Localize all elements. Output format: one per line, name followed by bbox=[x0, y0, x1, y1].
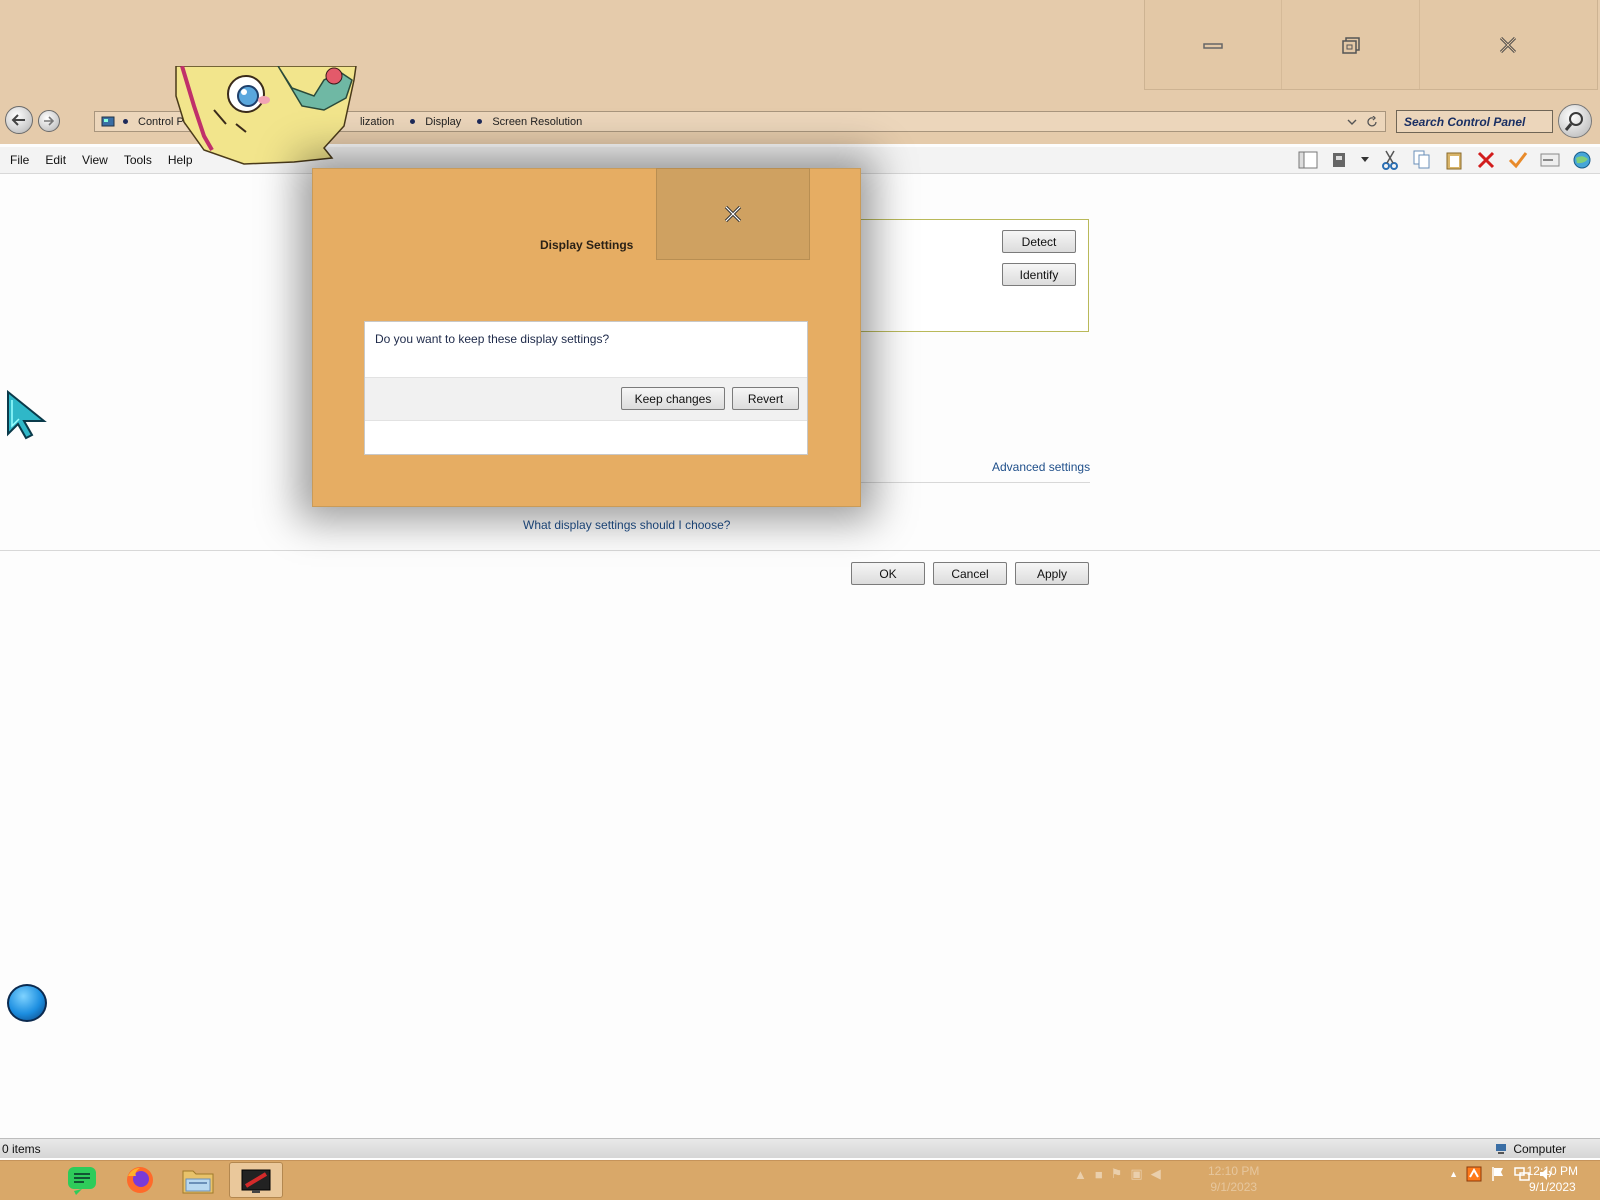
restore-icon bbox=[1341, 36, 1360, 54]
tray-ghost-reflection: ▲ ■ ⚑ ▣ ◀ bbox=[1074, 1166, 1161, 1182]
search-button[interactable] bbox=[1558, 104, 1592, 138]
window-caption-buttons bbox=[1144, 0, 1598, 90]
cut-icon[interactable] bbox=[1378, 149, 1402, 171]
taskbar-display-settings[interactable] bbox=[229, 1162, 283, 1198]
breadcrumb-separator bbox=[477, 119, 483, 124]
status-location: Computer bbox=[1495, 1142, 1566, 1156]
footer-divider bbox=[0, 550, 1600, 551]
menu-view[interactable]: View bbox=[74, 153, 116, 167]
copy-icon[interactable] bbox=[1410, 149, 1434, 171]
items-count: 0 items bbox=[2, 1142, 41, 1156]
display-help-link[interactable]: What display settings should I choose? bbox=[523, 518, 730, 532]
taskbar-notes-app[interactable] bbox=[55, 1162, 109, 1198]
display-app-icon bbox=[241, 1169, 271, 1193]
anime-sticker-image bbox=[175, 66, 357, 165]
breadcrumb-display[interactable]: Display bbox=[410, 116, 461, 128]
views-dropdown-icon[interactable] bbox=[1360, 149, 1370, 171]
status-bar: 0 items Computer bbox=[0, 1138, 1600, 1158]
minimize-button[interactable] bbox=[1145, 0, 1283, 89]
breadcrumb-personalization[interactable]: lization bbox=[360, 116, 394, 128]
taskbar-firefox[interactable] bbox=[113, 1162, 167, 1198]
keep-changes-button[interactable]: Keep changes bbox=[621, 387, 725, 410]
volume-icon: ◀ bbox=[1150, 1166, 1161, 1181]
forward-arrow-icon bbox=[44, 116, 55, 126]
computer-icon bbox=[1496, 1144, 1507, 1154]
close-icon bbox=[724, 205, 742, 223]
close-button[interactable] bbox=[1420, 0, 1597, 89]
breadcrumb-screen-resolution[interactable]: Screen Resolution bbox=[477, 116, 582, 128]
refresh-icon[interactable] bbox=[1366, 115, 1378, 128]
dialog-question: Do you want to keep these display settin… bbox=[375, 332, 610, 346]
apply-button[interactable]: Apply bbox=[1015, 562, 1089, 585]
close-icon bbox=[1500, 36, 1517, 53]
forward-button[interactable] bbox=[38, 110, 60, 132]
show-hidden-icons-icon[interactable]: ▲ bbox=[1449, 1169, 1458, 1179]
chevron-up-icon: ▲ bbox=[1074, 1166, 1087, 1182]
delete-icon[interactable] bbox=[1474, 149, 1498, 171]
start-orb-icon[interactable] bbox=[7, 984, 47, 1022]
taskbar-clock[interactable]: 12:10 PM 9/1/2023 bbox=[1527, 1163, 1578, 1195]
network-icon: ▣ bbox=[1130, 1166, 1143, 1181]
properties-icon[interactable] bbox=[1538, 149, 1562, 171]
menu-edit[interactable]: Edit bbox=[37, 153, 74, 167]
notes-app-icon bbox=[68, 1167, 96, 1195]
back-button[interactable] bbox=[5, 106, 33, 134]
dialog-body: Do you want to keep these display settin… bbox=[364, 321, 808, 455]
chevron-down-icon[interactable] bbox=[1347, 118, 1357, 126]
search-input[interactable]: Search Control Panel bbox=[1396, 110, 1553, 133]
paste-icon[interactable] bbox=[1442, 149, 1466, 171]
clock-ghost-reflection: 12:10 PM 9/1/2023 bbox=[1208, 1164, 1260, 1194]
folder-icon bbox=[182, 1170, 214, 1194]
layout-pane-icon[interactable] bbox=[1296, 149, 1320, 171]
tray-app-icon: ■ bbox=[1094, 1166, 1103, 1182]
menu-file[interactable]: File bbox=[0, 153, 37, 167]
identify-button[interactable]: Identify bbox=[1002, 263, 1076, 286]
dialog-title: Display Settings bbox=[540, 238, 634, 252]
restore-button[interactable] bbox=[1282, 0, 1420, 89]
views-icon[interactable] bbox=[1328, 149, 1352, 171]
menu-tools[interactable]: Tools bbox=[116, 153, 160, 167]
address-tools bbox=[1342, 113, 1382, 130]
back-arrow-icon bbox=[11, 114, 25, 126]
flag-icon[interactable] bbox=[1490, 1166, 1506, 1182]
divider bbox=[860, 482, 1090, 483]
detect-button[interactable]: Detect bbox=[1002, 230, 1076, 253]
search-icon bbox=[1564, 112, 1583, 131]
cursor-arrow-icon bbox=[7, 390, 47, 440]
minimize-icon bbox=[1203, 42, 1223, 49]
control-panel-icon bbox=[101, 116, 115, 126]
flag-icon: ⚑ bbox=[1110, 1166, 1123, 1181]
advanced-settings-link[interactable]: Advanced settings bbox=[992, 460, 1090, 474]
revert-button[interactable]: Revert bbox=[732, 387, 799, 410]
firefox-icon bbox=[127, 1167, 153, 1193]
checkmark-icon[interactable] bbox=[1506, 149, 1530, 171]
dialog-close-button[interactable] bbox=[656, 168, 810, 260]
toolbar bbox=[1296, 148, 1594, 172]
ok-button[interactable]: OK bbox=[851, 562, 925, 585]
globe-icon[interactable] bbox=[1570, 149, 1594, 171]
breadcrumb-separator bbox=[410, 119, 416, 124]
breadcrumb-separator bbox=[123, 119, 128, 124]
cancel-button[interactable]: Cancel bbox=[933, 562, 1007, 585]
tray-app-icon[interactable] bbox=[1466, 1166, 1482, 1182]
taskbar-file-explorer[interactable] bbox=[171, 1162, 225, 1198]
